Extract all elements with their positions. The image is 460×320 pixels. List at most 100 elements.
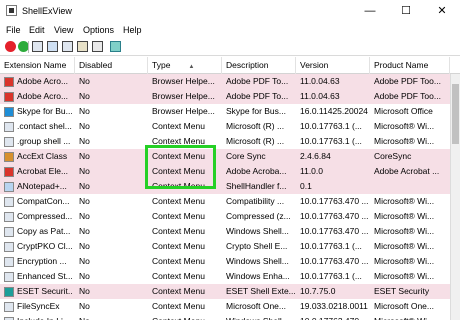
cell-extension-name: Compressed... [17, 211, 73, 221]
table-row[interactable]: Compressed... No Context Menu Compressed (z… [0, 209, 450, 224]
table-row[interactable]: Enhanced St... No Context Menu Windows Enha… [0, 269, 450, 284]
exit-icon[interactable] [110, 41, 121, 52]
table-row[interactable]: ANotepad+... No Context Menu ShellHandler f… [0, 179, 450, 194]
cell-version: 11.0.04.63 [300, 91, 340, 101]
cell-product-name: Microsoft One... [374, 301, 434, 311]
save-icon[interactable] [32, 41, 43, 52]
cell-type: Context Menu [152, 121, 205, 131]
table-row[interactable]: Acrobat Ele... No Context Menu Adobe Acroba… [0, 164, 450, 179]
cell-product-name: Adobe PDF Too... [374, 91, 441, 101]
cell-type: Context Menu [152, 226, 205, 236]
column-header-disabled[interactable]: Disabled [75, 57, 148, 74]
menu-file[interactable]: File [6, 25, 21, 35]
table-row[interactable]: CryptPKO Cl... No Context Menu Crypto Shell… [0, 239, 450, 254]
cell-type: Context Menu [152, 196, 205, 206]
cell-description: Windows Shell... [226, 314, 300, 320]
cell-extension-name: Skype for Bu... [17, 106, 73, 116]
cell-description: Crypto Shell E... [226, 241, 288, 251]
cell-disabled: No [79, 76, 90, 86]
cell-disabled: No [79, 301, 90, 311]
cell-type: Context Menu [152, 211, 205, 221]
column-header-type[interactable]: Type ▲ [148, 57, 222, 74]
cell-extension-name: CryptPKO Cl... [17, 241, 73, 251]
menu-view[interactable]: View [54, 25, 73, 35]
window-title: ShellExView [22, 6, 72, 16]
cell-version: 11.0.04.63 [300, 76, 340, 86]
cell-extension-name: Include In Li... [0, 314, 73, 320]
vertical-scrollbar[interactable] [450, 74, 460, 320]
menu-options[interactable]: Options [83, 25, 114, 35]
maximize-button[interactable]: ☐ [388, 0, 424, 22]
cell-version: 10.0.17763.470 ... [300, 256, 369, 266]
cell-extension-name: .group shell ... [17, 136, 71, 146]
close-button[interactable]: ✕ [424, 0, 460, 22]
column-header-description[interactable]: Description [222, 57, 296, 74]
menu-edit[interactable]: Edit [29, 25, 45, 35]
cell-version: 2.4.6.84 [300, 151, 331, 161]
cell-version: 0.1 [300, 181, 312, 191]
table-row[interactable]: ESET Securit... No Context Menu ESET Shell … [0, 284, 450, 299]
cell-version: 10.0.17763.1 (... [300, 121, 362, 131]
cell-description: Windows Shell... [226, 226, 289, 236]
menu-help[interactable]: Help [123, 25, 142, 35]
cell-extension-name: AccExt Class [17, 151, 68, 161]
cell-disabled: No [79, 314, 152, 320]
minimize-button[interactable]: — [352, 0, 388, 22]
cell-product-name: Microsoft® Wi... [374, 121, 435, 131]
table-row[interactable]: FileSyncEx No Context Menu Microsoft One...… [0, 299, 450, 314]
cell-description: Microsoft (R) ... [226, 136, 285, 146]
cell-product-name: CoreSync [374, 151, 412, 161]
menu-bar: File Edit View Options Help [0, 22, 460, 38]
cell-description: Compatibility ... [226, 196, 285, 206]
cell-type: Context Menu [152, 271, 205, 281]
cell-disabled: No [79, 226, 90, 236]
cell-type: Context Menu [152, 241, 205, 251]
refresh-icon[interactable] [47, 41, 58, 52]
column-header-product-name[interactable]: Product Name [370, 57, 450, 74]
cell-description: ESET Shell Exte... [226, 286, 296, 296]
app-icon [6, 5, 17, 16]
cell-disabled: No [79, 106, 90, 116]
cell-type: Context Menu [152, 256, 205, 266]
sort-ascending-icon: ▲ [188, 64, 195, 70]
cell-extension-name: ANotepad+... [17, 181, 67, 191]
cell-description: ShellHandler f... [226, 181, 287, 191]
cell-extension-name: Acrobat Ele... [17, 166, 69, 176]
table-row[interactable]: Skype for Bu... No Browser Helpe... Skype f… [0, 104, 450, 119]
table-row[interactable]: Copy as Pat... No Context Menu Windows Shel… [0, 224, 450, 239]
cell-type: Browser Helpe... [152, 91, 215, 101]
cell-description: Adobe Acroba... [226, 166, 287, 176]
column-header-row: Extension Name Disabled Type ▲ Descriptio… [0, 57, 460, 74]
cell-version: 10.7.75.0 [300, 286, 336, 296]
table-row[interactable]: AccExt Class No Context Menu Core Sync 2.4.6… [0, 149, 450, 164]
cell-extension-name: Adobe Acro... [17, 76, 69, 86]
copy-icon[interactable] [62, 41, 73, 52]
column-header-version[interactable]: Version [296, 57, 370, 74]
cell-version: 10.0.17763.470 ... [300, 211, 369, 221]
cell-version: 10.0.17763.1 (... [300, 271, 362, 281]
cell-product-name: Microsoft® Wi... [374, 241, 435, 251]
find-icon[interactable] [92, 41, 103, 52]
cell-description: Windows Shell... [226, 256, 289, 266]
cell-disabled: No [79, 181, 90, 191]
cell-version: 11.0.0 [300, 166, 324, 176]
table-row[interactable]: .contact shel... No Context Menu Microsoft … [0, 119, 450, 134]
properties-icon[interactable] [77, 41, 88, 52]
cell-disabled: No [79, 136, 90, 146]
table-row[interactable]: CompatCon... No Context Menu Compatibility … [0, 194, 450, 209]
extensions-list: Extension Name Disabled Type ▲ Descriptio… [0, 57, 460, 320]
cell-extension-name: .contact shel... [17, 121, 72, 131]
table-row[interactable]: Include In Li... NoContext MenuWindows Sh… [0, 314, 450, 320]
table-row[interactable]: Adobe Acro... No Browser Helpe... Adobe PDF… [0, 89, 450, 104]
red-dot-icon[interactable] [5, 41, 16, 52]
table-row[interactable]: Adobe Acro... No Browser Helpe... Adobe PDF… [0, 74, 450, 89]
cell-description: Skype for Bus... [226, 106, 286, 116]
cell-description: Windows Enha... [226, 271, 290, 281]
column-header-extension-name[interactable]: Extension Name [0, 57, 75, 74]
scrollbar-thumb[interactable] [452, 84, 459, 144]
cell-version: 10.0.17763.1 (... [300, 241, 362, 251]
table-row[interactable]: Encryption ... No Context Menu Windows Shel… [0, 254, 450, 269]
table-row[interactable]: .group shell ... No Context Menu Microsoft … [0, 134, 450, 149]
cell-description: Core Sync [226, 151, 266, 161]
cell-product-name: Microsoft® Wi... [374, 256, 435, 266]
